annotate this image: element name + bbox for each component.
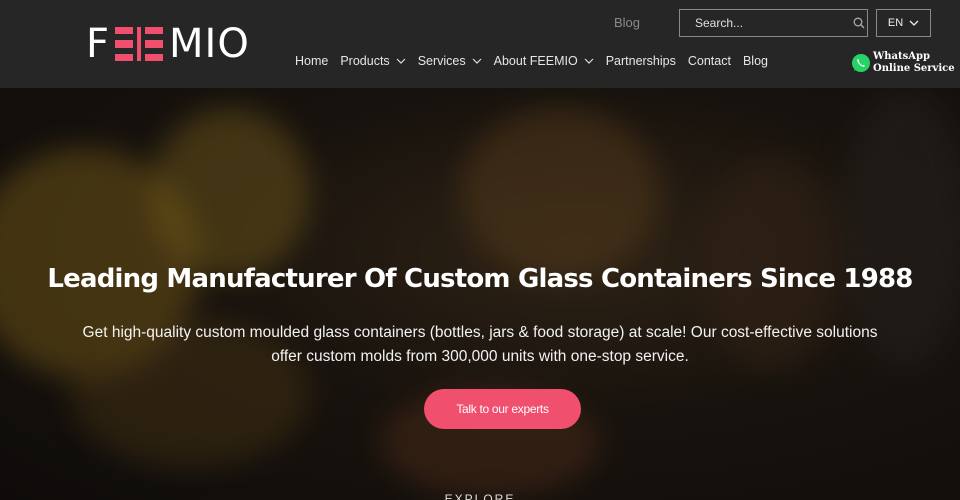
- chevron-down-icon: [472, 58, 482, 64]
- talk-to-experts-button[interactable]: Talk to our experts: [424, 389, 581, 429]
- hero-overlay: [0, 88, 960, 500]
- site-header: F MIO Blog EN Home: [0, 0, 960, 88]
- search-icon[interactable]: [850, 10, 867, 36]
- nav-item-label: Contact: [687, 54, 731, 68]
- search-box: [679, 9, 868, 37]
- nav-item-home[interactable]: Home: [295, 54, 328, 68]
- nav-item-partnerships[interactable]: Partnerships: [606, 54, 676, 68]
- main-nav: Home Products Services About FEEMIO Part…: [295, 54, 780, 68]
- whatsapp-label: WhatsApp Online Service: [873, 51, 955, 75]
- feemio-logo[interactable]: F MIO: [86, 24, 250, 64]
- chevron-down-icon: [396, 58, 406, 64]
- whatsapp-line1: WhatsApp: [873, 51, 930, 62]
- nav-item-label: Products: [340, 54, 390, 68]
- nav-item-label: Home: [295, 54, 329, 68]
- hero-title: Leading Manufacturer Of Custom Glass Con…: [47, 264, 913, 294]
- chevron-down-icon: [584, 58, 594, 64]
- logo-ee-mark: [115, 27, 164, 61]
- search-input[interactable]: [680, 10, 850, 36]
- nav-item-about[interactable]: About FEEMIO: [494, 54, 594, 68]
- explore-label[interactable]: EXPLORE: [0, 492, 960, 500]
- hero-section: Leading Manufacturer Of Custom Glass Con…: [0, 88, 960, 500]
- nav-item-blog[interactable]: Blog: [743, 54, 768, 68]
- nav-item-label: About FEEMIO: [493, 54, 578, 68]
- nav-item-products[interactable]: Products: [340, 54, 406, 68]
- language-label: EN: [887, 17, 904, 29]
- nav-item-label: Partnerships: [605, 54, 676, 68]
- whatsapp-link[interactable]: WhatsApp Online Service: [851, 51, 955, 75]
- nav-item-contact[interactable]: Contact: [688, 54, 731, 68]
- language-selector[interactable]: EN: [876, 9, 931, 37]
- hero-subtitle: Get high-quality custom moulded glass co…: [82, 324, 878, 365]
- nav-item-label: Services: [417, 54, 466, 68]
- logo-letter-f: F: [86, 21, 110, 67]
- nav-item-label: Blog: [742, 54, 768, 68]
- whatsapp-icon: [852, 54, 870, 72]
- top-blog-link[interactable]: Blog: [614, 15, 640, 30]
- logo-wordmark: MIO: [169, 21, 250, 67]
- chevron-down-icon: [909, 20, 919, 26]
- whatsapp-line2: Online Service: [873, 63, 955, 74]
- nav-item-services[interactable]: Services: [418, 54, 482, 68]
